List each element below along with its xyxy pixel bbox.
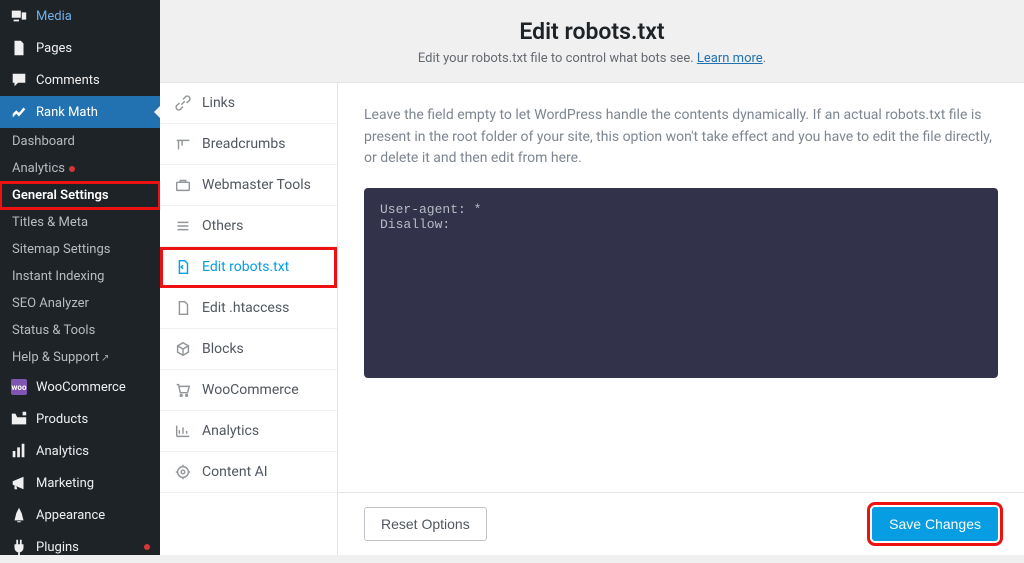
link-icon — [174, 94, 192, 112]
submenu-general-settings[interactable]: General Settings — [0, 182, 160, 209]
comments-icon — [10, 71, 28, 89]
page-header: Edit robots.txt Edit your robots.txt fil… — [160, 0, 1024, 83]
subnav-label: Links — [202, 95, 235, 111]
page-subtitle: Edit your robots.txt file to control wha… — [180, 51, 1004, 66]
analytics-icon — [10, 442, 28, 460]
subnav-edit-robots[interactable]: Edit robots.txt — [160, 247, 337, 288]
sidebar-label: Pages — [36, 41, 72, 56]
submenu-seo-analyzer[interactable]: SEO Analyzer — [0, 290, 160, 317]
sidebar-label: WooCommerce — [36, 380, 126, 395]
sidebar-item-appearance[interactable]: Appearance — [0, 499, 160, 531]
breadcrumbs-icon — [174, 135, 192, 153]
submenu-analytics[interactable]: Analytics — [0, 155, 160, 182]
sidebar-item-products[interactable]: Products — [0, 403, 160, 435]
sidebar-label: Products — [36, 412, 88, 427]
subnav-woocommerce[interactable]: WooCommerce — [160, 370, 337, 411]
sidebar-item-plugins[interactable]: Plugins — [0, 531, 160, 563]
submenu-instant-indexing[interactable]: Instant Indexing — [0, 263, 160, 290]
settings-panel: Leave the field empty to let WordPress h… — [338, 83, 1024, 492]
subnav-label: Breadcrumbs — [202, 136, 285, 152]
sidebar-label: Marketing — [36, 476, 94, 491]
submenu-label: Analytics — [12, 161, 65, 176]
woocommerce-icon: woo — [10, 378, 28, 396]
sidebar-item-marketing[interactable]: Marketing — [0, 467, 160, 499]
rank-math-icon — [10, 103, 28, 121]
submenu-titles-meta[interactable]: Titles & Meta — [0, 209, 160, 236]
sidebar-label: Analytics — [36, 444, 89, 459]
toolbox-icon — [174, 176, 192, 194]
subnav-label: Webmaster Tools — [202, 177, 311, 193]
subnav-label: Analytics — [202, 423, 259, 439]
subnav-label: Others — [202, 218, 243, 234]
file-icon — [174, 299, 192, 317]
notification-dot-icon — [144, 544, 150, 550]
sidebar-item-woocommerce[interactable]: woo WooCommerce — [0, 371, 160, 403]
subnav-label: Edit robots.txt — [202, 259, 289, 275]
submenu-dashboard[interactable]: Dashboard — [0, 128, 160, 155]
sidebar-label: Media — [36, 9, 72, 24]
products-icon — [10, 410, 28, 428]
external-link-icon: ↗ — [101, 353, 109, 364]
sidebar-item-analytics[interactable]: Analytics — [0, 435, 160, 467]
sidebar-label: Rank Math — [36, 105, 98, 120]
subnav-breadcrumbs[interactable]: Breadcrumbs — [160, 124, 337, 165]
sidebar-item-pages[interactable]: Pages — [0, 32, 160, 64]
subnav-blocks[interactable]: Blocks — [160, 329, 337, 370]
panel-footer: Reset Options Save Changes — [338, 492, 1024, 555]
appearance-icon — [10, 506, 28, 524]
wp-admin-sidebar: Media Pages Comments Rank Math Dashboard… — [0, 0, 160, 555]
settings-subnav: Links Breadcrumbs Webmaster Tools Others… — [160, 83, 338, 555]
chart-icon — [174, 422, 192, 440]
sidebar-label: Plugins — [36, 540, 79, 555]
subnav-content-ai[interactable]: Content AI — [160, 452, 337, 493]
sidebar-label: Comments — [36, 73, 100, 88]
cart-icon — [174, 381, 192, 399]
subnav-others[interactable]: Others — [160, 206, 337, 247]
submenu-label: Help & Support — [12, 350, 99, 365]
sidebar-item-media[interactable]: Media — [0, 0, 160, 32]
learn-more-link[interactable]: Learn more — [697, 51, 763, 66]
subnav-label: WooCommerce — [202, 382, 299, 398]
submenu-help-support[interactable]: Help & Support↗ — [0, 344, 160, 371]
plugins-icon — [10, 538, 28, 556]
sidebar-item-rank-math[interactable]: Rank Math — [0, 96, 160, 128]
file-icon — [174, 258, 192, 276]
robots-txt-editor[interactable]: User-agent: * Disallow: — [364, 188, 998, 378]
marketing-icon — [10, 474, 28, 492]
ai-icon — [174, 463, 192, 481]
list-icon — [174, 217, 192, 235]
subnav-label: Edit .htaccess — [202, 300, 289, 316]
reset-options-button[interactable]: Reset Options — [364, 507, 487, 541]
sidebar-item-comments[interactable]: Comments — [0, 64, 160, 96]
pages-icon — [10, 39, 28, 57]
subnav-webmaster-tools[interactable]: Webmaster Tools — [160, 165, 337, 206]
subnav-links[interactable]: Links — [160, 83, 337, 124]
subnav-label: Blocks — [202, 341, 244, 357]
submenu-status-tools[interactable]: Status & Tools — [0, 317, 160, 344]
sidebar-label: Appearance — [36, 508, 105, 523]
subnav-edit-htaccess[interactable]: Edit .htaccess — [160, 288, 337, 329]
save-changes-button[interactable]: Save Changes — [872, 507, 998, 541]
page-title: Edit robots.txt — [180, 18, 1004, 45]
blocks-icon — [174, 340, 192, 358]
main-content: Edit robots.txt Edit your robots.txt fil… — [160, 0, 1024, 555]
media-icon — [10, 7, 28, 25]
subnav-label: Content AI — [202, 464, 268, 480]
panel-help-text: Leave the field empty to let WordPress h… — [364, 105, 998, 170]
notification-dot-icon — [69, 166, 75, 172]
subnav-analytics[interactable]: Analytics — [160, 411, 337, 452]
submenu-sitemap-settings[interactable]: Sitemap Settings — [0, 236, 160, 263]
